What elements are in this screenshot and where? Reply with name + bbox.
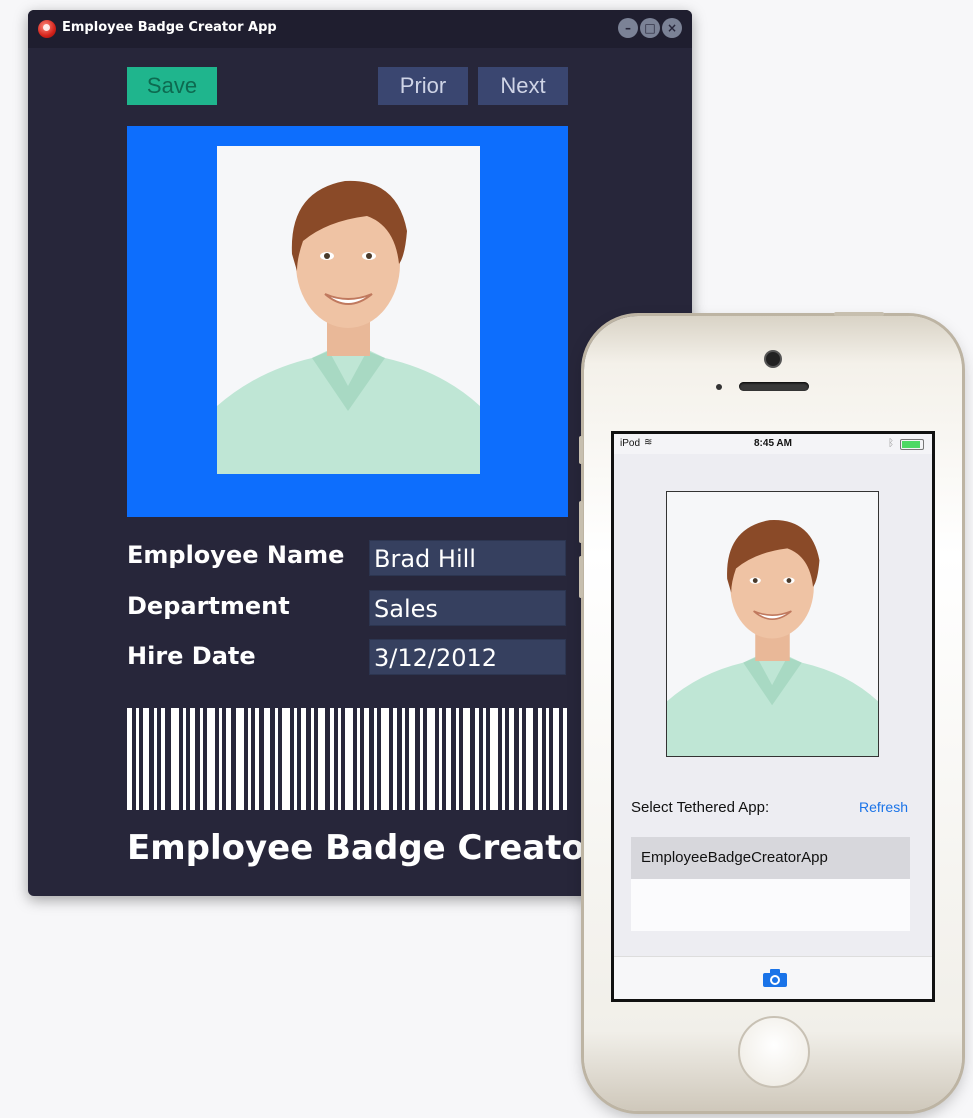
tethered-app-list-empty [631, 879, 910, 931]
app-logo-icon [38, 20, 56, 38]
title-bar[interactable]: Employee Badge Creator App – □ × [28, 10, 692, 48]
phone-toolbar [614, 956, 932, 999]
barcode-image [127, 708, 567, 810]
tethered-app-item[interactable]: EmployeeBadgeCreatorApp [631, 837, 910, 879]
window-controls: – □ × [618, 18, 682, 38]
next-button[interactable]: Next [478, 67, 568, 105]
volume-up-button [579, 501, 583, 543]
badge-title: Employee Badge Creator [127, 828, 602, 868]
camera-icon[interactable] [762, 968, 788, 988]
captured-portrait-image [667, 492, 878, 756]
department-label: Department [127, 592, 290, 620]
minimize-icon[interactable]: – [618, 18, 638, 38]
employee-name-field[interactable]: Brad Hill [369, 540, 566, 576]
sensor-icon [716, 384, 722, 390]
status-bar: iPod ≋ 8:45 AM ᛒ [614, 434, 932, 454]
volume-down-button [579, 556, 583, 598]
power-button [834, 312, 884, 316]
hire-date-label: Hire Date [127, 642, 256, 670]
barcode [127, 708, 568, 810]
employee-name-label: Employee Name [127, 541, 345, 569]
mute-switch [579, 436, 583, 464]
employee-photo [217, 146, 480, 474]
select-tethered-app-label: Select Tethered App: [631, 799, 770, 816]
bluetooth-icon: ᛒ [888, 438, 894, 449]
window-title: Employee Badge Creator App [62, 20, 277, 35]
captured-photo [666, 491, 879, 757]
photo-panel [127, 126, 568, 517]
iphone-device: iPod ≋ 8:45 AM ᛒ Select Tethered App: Re… [579, 312, 962, 1111]
close-icon[interactable]: × [662, 18, 682, 38]
battery-icon [900, 439, 924, 450]
employee-portrait-image [217, 146, 480, 474]
status-time: 8:45 AM [754, 438, 792, 449]
hire-date-field[interactable]: 3/12/2012 [369, 639, 566, 675]
save-button[interactable]: Save [127, 67, 217, 105]
earpiece-speaker [739, 382, 809, 391]
maximize-icon[interactable]: □ [640, 18, 660, 38]
prior-button[interactable]: Prior [378, 67, 468, 105]
phone-screen: iPod ≋ 8:45 AM ᛒ Select Tethered App: Re… [611, 431, 935, 1002]
refresh-link[interactable]: Refresh [859, 799, 908, 815]
home-button[interactable] [738, 1016, 810, 1088]
department-field[interactable]: Sales [369, 590, 566, 626]
front-camera-icon [766, 352, 780, 366]
